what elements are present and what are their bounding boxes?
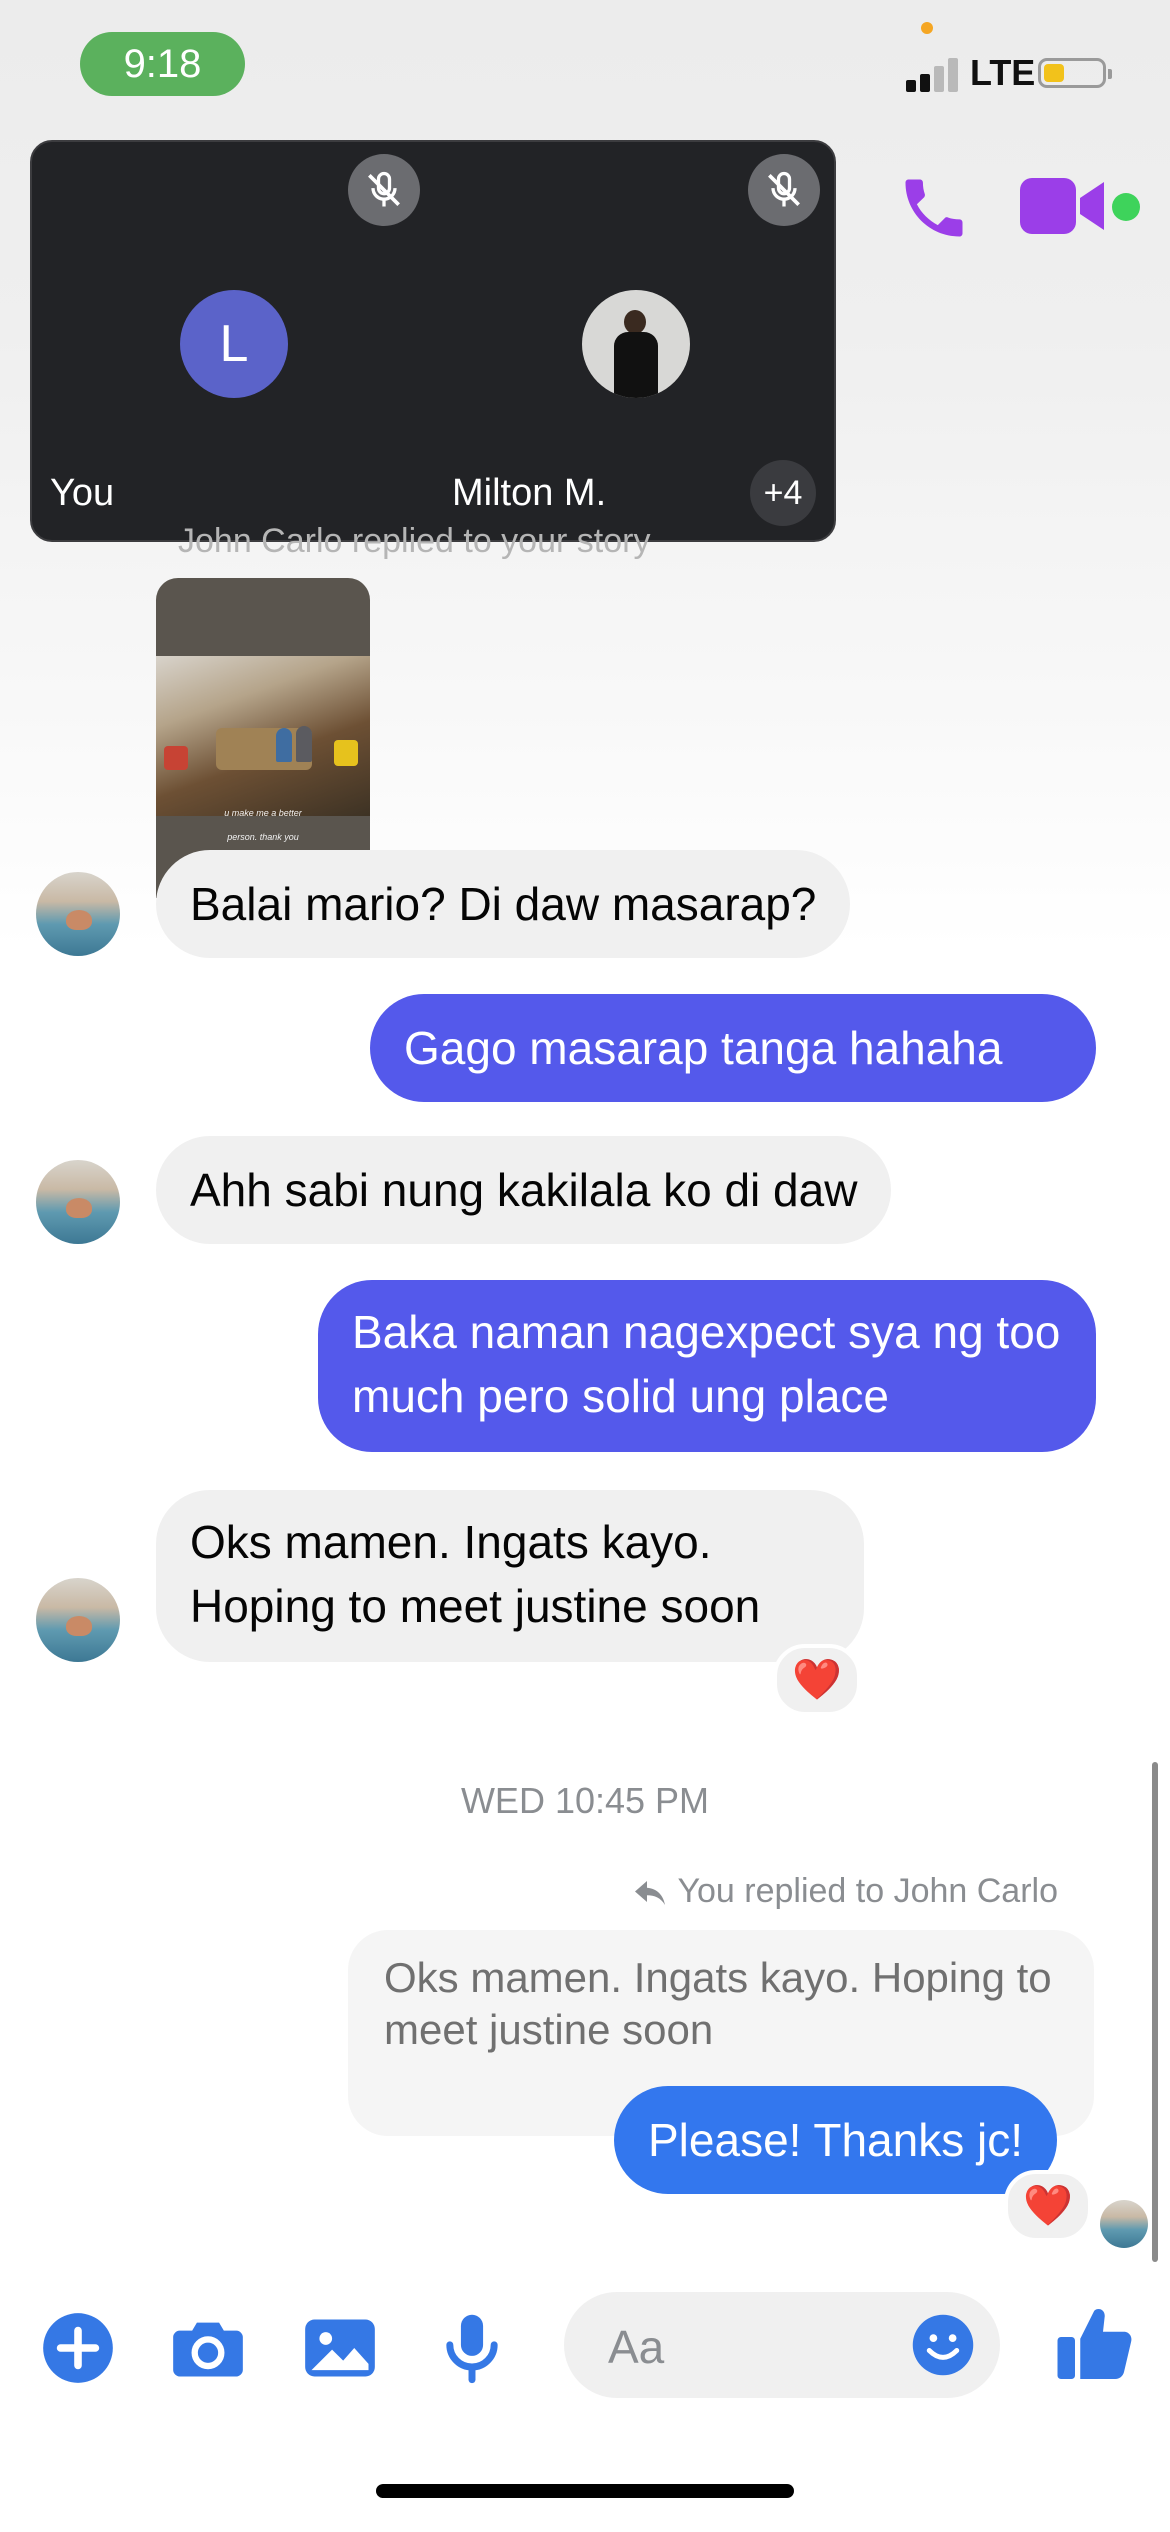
sender-avatar[interactable] bbox=[36, 1578, 120, 1662]
outgoing-message[interactable]: Gago masarap tanga hahaha bbox=[370, 994, 1096, 1102]
battery-icon bbox=[1038, 58, 1112, 88]
scrollbar[interactable] bbox=[1152, 1762, 1158, 2262]
muted-mic-icon bbox=[748, 154, 820, 226]
video-call-icon[interactable] bbox=[1020, 178, 1104, 234]
status-time[interactable]: 9:18 bbox=[80, 32, 245, 96]
more-participants-badge[interactable]: +4 bbox=[750, 460, 816, 526]
network-label: LTE bbox=[970, 52, 1036, 93]
heart-icon: ❤️ bbox=[1023, 2184, 1073, 2228]
participant-avatar-you: L bbox=[180, 290, 288, 398]
call-overlay[interactable]: L You Milton M. +4 bbox=[30, 140, 836, 542]
incoming-message[interactable]: Oks mamen. Ingats kayo. Hoping to meet j… bbox=[156, 1490, 864, 1662]
mic-indicator-dot bbox=[921, 22, 933, 34]
heart-icon: ❤️ bbox=[792, 1658, 842, 1702]
home-indicator[interactable] bbox=[376, 2484, 794, 2498]
sender-avatar[interactable] bbox=[36, 872, 120, 956]
active-call-indicator bbox=[1112, 193, 1140, 221]
camera-icon[interactable] bbox=[170, 2310, 246, 2386]
photo-gallery-icon[interactable] bbox=[302, 2310, 378, 2386]
incoming-message[interactable]: Ahh sabi nung kakilala ko di daw bbox=[156, 1136, 892, 1244]
reply-context-text: You replied to John Carlo bbox=[677, 1872, 1058, 1910]
participant-name-you: You bbox=[50, 472, 115, 514]
participant-avatar-milton bbox=[582, 290, 690, 398]
outgoing-message[interactable]: Baka naman nagexpect sya ng too much per… bbox=[318, 1280, 1096, 1452]
phone-call-icon[interactable] bbox=[896, 170, 972, 246]
story-caption: u make me a better bbox=[224, 808, 302, 818]
message-input[interactable]: Aa bbox=[564, 2292, 1000, 2398]
microphone-icon[interactable] bbox=[434, 2310, 510, 2386]
thumbs-up-icon[interactable] bbox=[1052, 2302, 1140, 2386]
story-reply-label: John Carlo replied to your story bbox=[178, 522, 651, 560]
story-caption: person. thank you bbox=[227, 832, 299, 842]
outgoing-reply-message[interactable]: Please! Thanks jc! bbox=[614, 2086, 1058, 2194]
reply-arrow-icon bbox=[635, 1881, 666, 1906]
heart-reaction[interactable]: ❤️ bbox=[1004, 2170, 1092, 2242]
sender-avatar[interactable] bbox=[36, 1160, 120, 1244]
heart-reaction[interactable]: ❤️ bbox=[773, 1644, 861, 1716]
muted-mic-icon bbox=[348, 154, 420, 226]
reply-context-label: You replied to John Carlo bbox=[631, 1872, 1058, 1911]
message-input-placeholder: Aa bbox=[608, 2321, 665, 2373]
message-timestamp: WED 10:45 PM bbox=[460, 1780, 710, 1821]
participant-name-milton: Milton M. bbox=[452, 472, 607, 514]
seen-receipt-avatar bbox=[1100, 2200, 1148, 2248]
plus-circle-icon[interactable] bbox=[40, 2310, 116, 2386]
emoji-icon[interactable] bbox=[910, 2312, 976, 2378]
signal-icon bbox=[906, 56, 966, 92]
incoming-message[interactable]: Balai mario? Di daw masarap? bbox=[156, 850, 851, 958]
